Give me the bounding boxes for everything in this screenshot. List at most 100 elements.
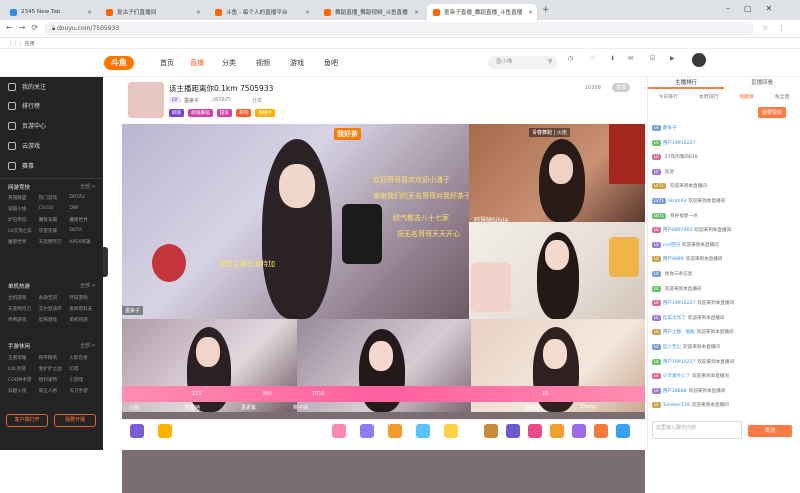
nav-video[interactable]: 视频: [256, 58, 270, 68]
sidebar-item-webgame[interactable]: 页游中心: [8, 121, 46, 130]
chat-username[interactable]: Tumbler128: [663, 403, 690, 408]
section-more-link[interactable]: 全部 >: [80, 342, 96, 349]
game-link[interactable]: 穿越火线: [8, 388, 39, 394]
download-icon[interactable]: ⬇: [610, 55, 615, 62]
game-link[interactable]: 穿越火线: [8, 206, 39, 212]
gift-icon[interactable]: [550, 424, 564, 438]
game-link[interactable]: CODM手游: [8, 377, 39, 383]
subtab[interactable]: 粉丝团: [775, 93, 789, 100]
chat-username[interactable]: 用户8888: [663, 256, 684, 262]
chat-username[interactable]: 小可爱叶心了: [663, 373, 691, 379]
game-link[interactable]: 第五人格: [39, 388, 70, 394]
chat-input[interactable]: 这里输入聊天内容: [652, 421, 742, 439]
gift-icon[interactable]: [506, 424, 520, 438]
subtab[interactable]: 贡献榜: [739, 93, 753, 100]
close-icon[interactable]: ×: [87, 9, 92, 16]
chat-username[interactable]: 用户28888: [663, 388, 687, 394]
nav-home[interactable]: 首页: [160, 58, 174, 68]
gift-icon[interactable]: [360, 424, 374, 438]
subtab[interactable]: 本周排行: [699, 93, 718, 100]
game-link[interactable]: DNF: [69, 206, 100, 212]
close-icon[interactable]: ×: [414, 9, 419, 16]
gift-icon[interactable]: [130, 424, 144, 438]
sidebar-item-esports[interactable]: 赛事: [8, 161, 34, 170]
game-link[interactable]: 热门游戏: [39, 195, 70, 201]
gift-icon[interactable]: [484, 424, 498, 438]
start-stream-button[interactable]: 我要开播: [54, 414, 96, 427]
gift-icon[interactable]: [616, 424, 630, 438]
nav-buttons[interactable]: ←→⟳: [6, 23, 44, 32]
chat-username[interactable]: 用户19910227: [663, 140, 696, 146]
game-link[interactable]: 火影忍者: [69, 355, 100, 361]
task-icon[interactable]: ☑: [650, 55, 655, 62]
search-icon[interactable]: ⚲: [548, 56, 552, 69]
sidebar-collapse-handle[interactable]: [103, 247, 108, 277]
sponsor-button[interactable]: 我要赞助: [758, 107, 787, 118]
game-link[interactable]: 魔兽世界: [69, 217, 100, 223]
chat-username[interactable]: ccd空间: [663, 242, 680, 248]
nav-category[interactable]: 分类: [222, 58, 236, 68]
star-icon[interactable]: ☆: [762, 24, 768, 32]
tag[interactable]: 甜美: [216, 109, 232, 117]
window-controls[interactable]: –▢✕: [726, 4, 786, 13]
new-tab-icon[interactable]: +: [542, 5, 550, 15]
tag[interactable]: 颜值: [169, 109, 185, 117]
avatar[interactable]: [692, 53, 706, 67]
chat-username[interactable]: 红菜大作了: [663, 315, 686, 321]
game-link[interactable]: 单机热游: [69, 317, 100, 323]
game-link[interactable]: CS:GO: [39, 206, 70, 212]
nav-yuba[interactable]: 鱼吧: [324, 58, 338, 68]
share-link[interactable]: 分享: [252, 97, 262, 104]
game-link[interactable]: 王者荣耀: [8, 355, 39, 361]
gift-icon[interactable]: [444, 424, 458, 438]
send-button[interactable]: 发送: [748, 425, 792, 437]
browser-tab[interactable]: 斗鱼 - 每个人的直播平台 ×: [209, 4, 314, 20]
gift-icon[interactable]: [416, 424, 430, 438]
game-link[interactable]: 天涯明月刀: [39, 239, 70, 245]
browser-tab[interactable]: 舞蹈直播_舞蹈视频_斗鱼直播 ×: [318, 4, 423, 20]
douyu-logo[interactable]: 斗鱼: [104, 56, 134, 70]
chat-username[interactable]: 用户0897460: [663, 227, 693, 233]
game-link[interactable]: 哈利波特: [39, 377, 70, 383]
game-link[interactable]: 逃离塔科夫: [69, 306, 100, 312]
sidebar-item-follow[interactable]: 我的关注: [8, 82, 46, 91]
section-more-link[interactable]: 全部 >: [80, 282, 96, 289]
game-link[interactable]: 炉石传说: [8, 217, 39, 223]
subtab[interactable]: 今日排行: [659, 93, 678, 100]
game-link[interactable]: 英雄联盟: [8, 195, 39, 201]
search-input[interactable]: 墨小唯 ⚲: [488, 56, 558, 69]
browser-tab[interactable]: 复古子们直播间 ×: [100, 4, 205, 20]
game-link[interactable]: 天涯明月刀: [8, 306, 39, 312]
bookmark-apps[interactable]: 应用: [25, 41, 35, 47]
gift-icon[interactable]: [388, 424, 402, 438]
game-link[interactable]: 小游戏: [69, 377, 100, 383]
history-icon[interactable]: ◷: [568, 55, 573, 62]
game-link[interactable]: 艾尔登法环: [39, 306, 70, 312]
chat-username[interactable]: 用户19910227: [663, 359, 696, 365]
close-icon[interactable]: ×: [196, 9, 201, 16]
url-field[interactable]: 🔒︎ douyu.com/7505933: [44, 22, 754, 36]
game-link[interactable]: DOTA2: [69, 195, 100, 201]
game-link[interactable]: 恐怖游戏: [39, 317, 70, 323]
game-link[interactable]: 和平精英: [39, 355, 70, 361]
live-icon[interactable]: ▶: [670, 55, 675, 62]
message-icon[interactable]: ✉: [628, 55, 633, 62]
gift-icon[interactable]: [158, 424, 172, 438]
tag[interactable]: 萝莉: [235, 109, 251, 117]
game-link[interactable]: DOTA: [69, 228, 100, 234]
nav-game[interactable]: 游戏: [290, 58, 304, 68]
chat-username[interactable]: 墨染子: [663, 125, 677, 131]
client-open-button[interactable]: 客户端打开: [6, 414, 48, 427]
tag[interactable]: 直播中: [255, 109, 275, 117]
gift-icon[interactable]: [572, 424, 586, 438]
gift-icon[interactable]: [594, 424, 608, 438]
sidebar-item-cloudgame[interactable]: 云游戏: [8, 141, 40, 150]
game-link[interactable]: 传奇游戏: [8, 317, 39, 323]
follow-icon[interactable]: ♡: [590, 55, 595, 62]
chat-username[interactable]: 用户之静 · 瓶瓶: [663, 329, 695, 335]
gift-icon[interactable]: [332, 424, 346, 438]
game-link[interactable]: 魔兽世界: [8, 239, 39, 245]
tag[interactable]: 颜值舞蹈: [188, 109, 213, 117]
game-link[interactable]: APEX英雄: [69, 239, 100, 245]
streamer-name[interactable]: 墨染子: [184, 97, 199, 104]
